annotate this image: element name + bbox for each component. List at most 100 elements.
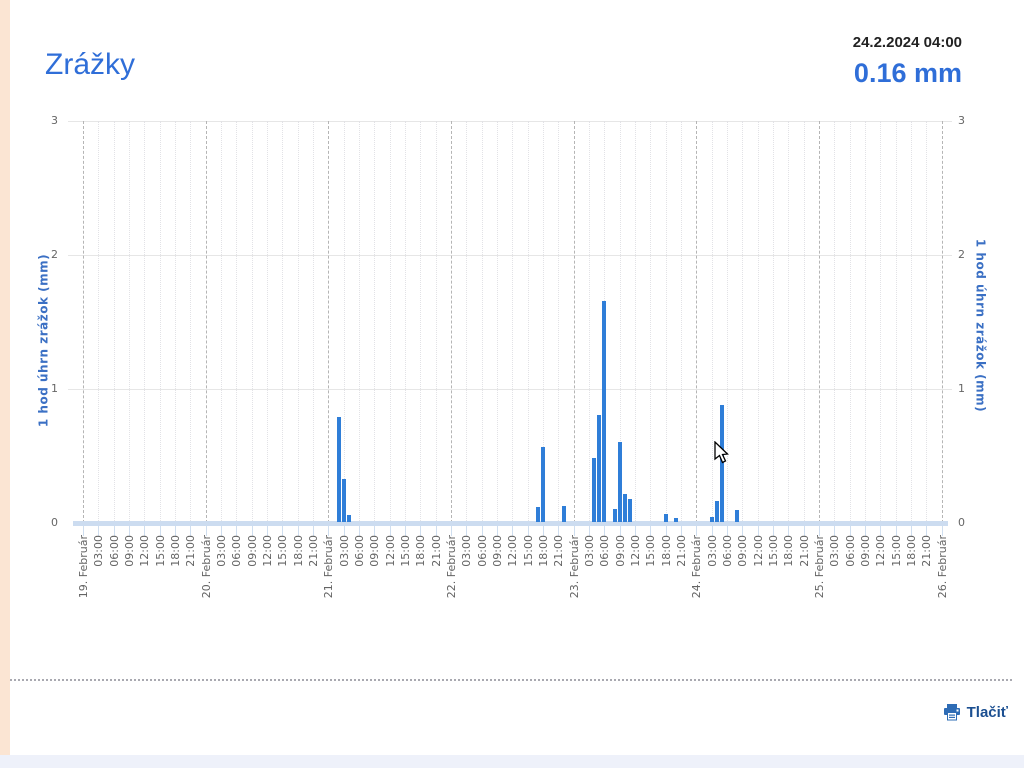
hour-gridline: [267, 121, 268, 523]
x-axis-time-label: 06:00: [721, 535, 734, 630]
hour-gridline: [190, 121, 191, 523]
y-axis-label-right: 0: [958, 517, 988, 529]
day-gridline: [451, 121, 452, 523]
x-axis-time-label: 06:00: [230, 535, 243, 630]
day-gridline: [819, 121, 820, 523]
x-axis-tick: [880, 526, 881, 536]
y-axis-label-right: 1: [958, 383, 988, 395]
x-axis-tick: [742, 526, 743, 536]
x-axis-time-label: 21:00: [307, 535, 320, 630]
x-axis-tick: [528, 526, 529, 536]
x-axis-time-label: 21:00: [675, 535, 688, 630]
x-axis-tick: [804, 526, 805, 536]
precipitation-bar[interactable]: [674, 518, 678, 522]
print-button[interactable]: Tlačiť: [943, 703, 1008, 721]
precipitation-bar[interactable]: [562, 506, 566, 522]
x-axis-time-label: 09:00: [859, 535, 872, 630]
x-axis-tick: [650, 526, 651, 536]
precipitation-bar[interactable]: [618, 442, 622, 522]
mouse-cursor: [714, 441, 730, 465]
hour-gridline: [129, 121, 130, 523]
precipitation-bar[interactable]: [602, 301, 606, 522]
day-gridline: [206, 121, 207, 523]
x-axis-tick: [727, 526, 728, 536]
precipitation-bar[interactable]: [597, 415, 601, 522]
x-axis-time-label: 15:00: [890, 535, 903, 630]
hour-gridline: [712, 121, 713, 523]
dotted-separator: [10, 679, 1012, 681]
day-gridline: [328, 121, 329, 523]
x-axis-tick: [298, 526, 299, 536]
precipitation-page: Zrážky 24.2.2024 04:00 0.16 mm 1 hod úhr…: [0, 0, 1024, 768]
x-axis-time-label: 09:00: [491, 535, 504, 630]
y-gridline: [68, 255, 952, 256]
x-axis-tick: [773, 526, 774, 536]
x-axis-tick: [942, 526, 943, 536]
print-button-label: Tlačiť: [967, 704, 1008, 721]
precipitation-chart: 1 hod úhrn zrážok (mm) 1 hod úhrn zrážok…: [0, 0, 1024, 768]
x-axis-tick: [98, 526, 99, 536]
precipitation-bar[interactable]: [342, 479, 346, 522]
precipitation-bar[interactable]: [536, 507, 540, 522]
x-axis-time-label: 12:00: [629, 535, 642, 630]
x-axis-tick: [436, 526, 437, 536]
x-axis-tick: [543, 526, 544, 536]
precipitation-bar[interactable]: [710, 517, 714, 522]
x-axis-time-label: 18:00: [169, 535, 182, 630]
x-axis-tick: [190, 526, 191, 536]
precipitation-bar[interactable]: [541, 447, 545, 522]
hour-gridline: [543, 121, 544, 523]
hour-gridline: [98, 121, 99, 523]
precipitation-bar[interactable]: [347, 515, 351, 522]
x-axis-time-label: 06:00: [353, 535, 366, 630]
hour-gridline: [804, 121, 805, 523]
hour-gridline: [681, 121, 682, 523]
x-axis-baseline: [73, 521, 948, 526]
x-axis-time-label: 12:00: [752, 535, 765, 630]
y-axis-label-left: 2: [28, 249, 58, 261]
x-axis-time-label: 21:00: [184, 535, 197, 630]
x-axis-day-label: 22. Február: [445, 535, 458, 630]
x-axis-time-label: 03:00: [92, 535, 105, 630]
x-axis-time-label: 09:00: [246, 535, 259, 630]
precipitation-bar[interactable]: [623, 494, 627, 522]
y-axis-label-left: 1: [28, 383, 58, 395]
x-axis-time-label: 18:00: [537, 535, 550, 630]
hour-gridline: [405, 121, 406, 523]
x-axis-tick: [83, 526, 84, 536]
precipitation-bar[interactable]: [592, 458, 596, 522]
x-axis-tick: [267, 526, 268, 536]
x-axis-tick: [129, 526, 130, 536]
y-axis-label-left: 0: [28, 517, 58, 529]
x-axis-time-label: 03:00: [215, 535, 228, 630]
x-axis-time-label: 09:00: [614, 535, 627, 630]
y-gridline: [68, 389, 952, 390]
y-axis-title-right: 1 hod úhrn zrážok (mm): [973, 196, 988, 456]
hour-gridline: [834, 121, 835, 523]
precipitation-bar[interactable]: [613, 509, 617, 522]
hour-gridline: [298, 121, 299, 523]
hour-gridline: [420, 121, 421, 523]
x-axis-time-label: 18:00: [782, 535, 795, 630]
hour-gridline: [436, 121, 437, 523]
precipitation-bar[interactable]: [735, 510, 739, 522]
hour-gridline: [911, 121, 912, 523]
x-axis-tick: [144, 526, 145, 536]
hour-gridline: [160, 121, 161, 523]
precipitation-bar[interactable]: [337, 417, 341, 522]
precipitation-bar[interactable]: [715, 501, 719, 522]
x-axis-tick: [466, 526, 467, 536]
x-axis-time-label: 09:00: [123, 535, 136, 630]
precipitation-bar[interactable]: [664, 514, 668, 522]
x-axis-time-label: 12:00: [874, 535, 887, 630]
x-axis-day-label: 20. Február: [200, 535, 213, 630]
x-axis-tick: [359, 526, 360, 536]
hour-gridline: [666, 121, 667, 523]
x-axis-tick: [482, 526, 483, 536]
x-axis-time-label: 09:00: [368, 535, 381, 630]
precipitation-bar[interactable]: [628, 499, 632, 522]
x-axis-time-label: 18:00: [292, 535, 305, 630]
x-axis-time-label: 21:00: [798, 535, 811, 630]
x-axis-tick: [405, 526, 406, 536]
x-axis-time-label: 15:00: [767, 535, 780, 630]
